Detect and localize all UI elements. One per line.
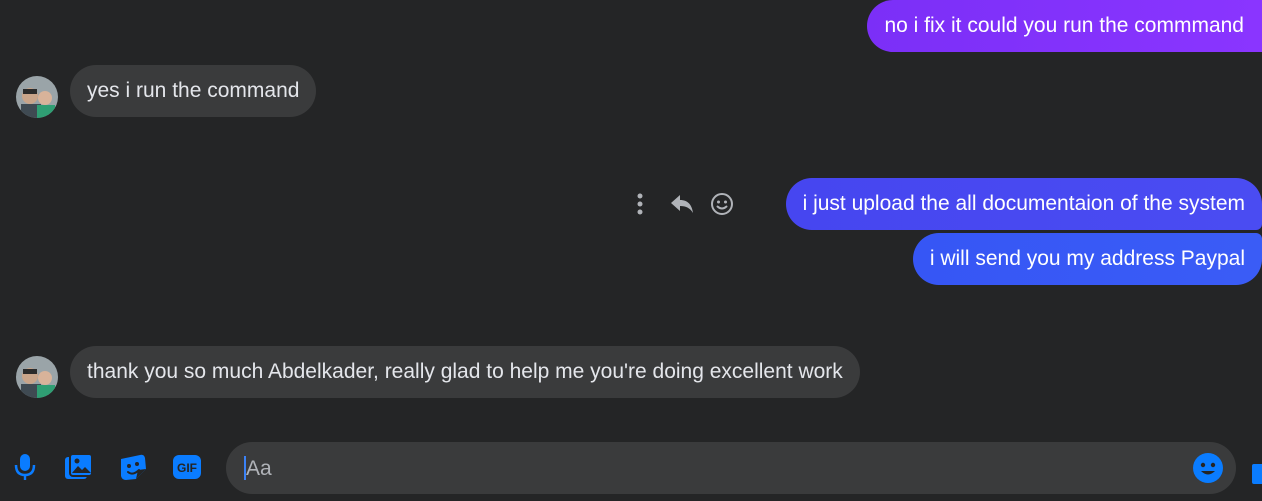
message-actions	[620, 184, 742, 224]
message-input-container[interactable]	[226, 442, 1236, 496]
more-options-icon[interactable]	[620, 184, 660, 224]
avatar[interactable]	[16, 76, 58, 118]
gif-icon[interactable]: GIF	[172, 452, 202, 482]
message-bubble-outgoing[interactable]: i just upload the all documentaion of th…	[785, 178, 1262, 230]
message-text: no i fix it could you run the commmand	[884, 14, 1244, 37]
message-input[interactable]	[244, 442, 1188, 496]
emoji-icon[interactable]	[1192, 452, 1224, 484]
message-text: thank you so much Abdelkader, really gla…	[87, 360, 843, 383]
avatar[interactable]	[16, 356, 58, 398]
chat-window: no i fix it could you run the commmand y…	[0, 0, 1262, 501]
message-text: i just upload the all documentaion of th…	[802, 192, 1245, 215]
reply-icon[interactable]	[662, 184, 702, 224]
message-text: i will send you my address Paypal	[929, 247, 1245, 270]
send-like-icon[interactable]	[1252, 464, 1262, 484]
sticker-icon[interactable]	[118, 452, 148, 482]
gif-label: GIF	[177, 461, 197, 475]
message-bubble-incoming[interactable]: yes i run the command	[70, 65, 317, 117]
microphone-icon[interactable]	[10, 452, 40, 482]
message-bubble-outgoing[interactable]: no i fix it could you run the commmand	[867, 0, 1262, 52]
message-bubble-incoming[interactable]: thank you so much Abdelkader, really gla…	[70, 346, 860, 398]
message-text: yes i run the command	[87, 79, 300, 102]
message-composer: GIF	[0, 440, 1262, 496]
photo-icon[interactable]	[64, 452, 94, 482]
message-bubble-outgoing[interactable]: i will send you my address Paypal	[912, 233, 1262, 285]
react-emoji-icon[interactable]	[702, 184, 742, 224]
